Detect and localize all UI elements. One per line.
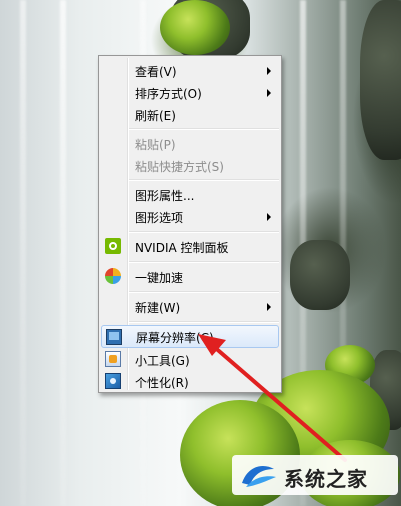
menu-item-label: 一键加速 xyxy=(135,271,184,285)
menu-separator xyxy=(129,128,279,130)
watermark-text: 系统之家 xyxy=(284,467,368,491)
menu-item-label: 粘贴(P) xyxy=(135,138,176,152)
desktop-context-menu: 查看(V) 排序方式(O) 刷新(E) 粘贴(P) 粘贴快捷方式(S) 图形属性… xyxy=(98,55,282,393)
menu-separator xyxy=(129,321,279,323)
watermark: 系统之家 xyxy=(232,455,398,495)
menu-item-label: 新建(W) xyxy=(135,301,181,315)
menu-item-label: 屏幕分辨率(C) xyxy=(136,331,214,345)
menu-item-nvidia-control-panel[interactable]: NVIDIA 控制面板 xyxy=(101,235,279,257)
menu-item-label: 小工具(G) xyxy=(135,354,190,368)
menu-item-label: 图形选项 xyxy=(135,211,184,225)
menu-separator xyxy=(129,291,279,293)
submenu-arrow-icon xyxy=(267,89,271,97)
menu-item-paste-shortcut[interactable]: 粘贴快捷方式(S) xyxy=(101,154,279,176)
menu-item-label: 排序方式(O) xyxy=(135,87,202,101)
personalize-icon xyxy=(105,373,121,389)
menu-item-sort-by[interactable]: 排序方式(O) xyxy=(101,81,279,103)
menu-separator xyxy=(129,231,279,233)
water-streak xyxy=(60,0,66,506)
menu-item-label: 刷新(E) xyxy=(135,109,176,123)
menu-item-paste[interactable]: 粘贴(P) xyxy=(101,132,279,154)
rock xyxy=(360,0,401,160)
menu-item-label: 粘贴快捷方式(S) xyxy=(135,160,224,174)
menu-item-screen-resolution[interactable]: 屏幕分辨率(C) xyxy=(101,325,279,348)
menu-item-personalize[interactable]: 个性化(R) xyxy=(101,370,279,392)
menu-item-new[interactable]: 新建(W) xyxy=(101,295,279,317)
menu-item-graphics-properties[interactable]: 图形属性... xyxy=(101,183,279,205)
menu-item-gadgets[interactable]: 小工具(G) xyxy=(101,348,279,370)
submenu-arrow-icon xyxy=(267,213,271,221)
menu-separator xyxy=(129,179,279,181)
rock xyxy=(290,240,350,310)
water-streak xyxy=(20,0,26,506)
nvidia-icon xyxy=(105,238,121,254)
menu-item-label: 个性化(R) xyxy=(135,376,189,390)
screen-resolution-icon xyxy=(106,329,122,345)
gadgets-icon xyxy=(105,351,121,367)
menu-item-label: NVIDIA 控制面板 xyxy=(135,241,229,255)
moss xyxy=(160,0,230,55)
menu-item-graphics-options[interactable]: 图形选项 xyxy=(101,205,279,227)
menu-item-refresh[interactable]: 刷新(E) xyxy=(101,103,279,125)
submenu-arrow-icon xyxy=(267,67,271,75)
menu-item-one-click-accelerate[interactable]: 一键加速 xyxy=(101,265,279,287)
submenu-arrow-icon xyxy=(267,303,271,311)
menu-item-label: 查看(V) xyxy=(135,65,177,79)
accelerate-icon xyxy=(105,268,121,284)
menu-separator xyxy=(129,261,279,263)
site-logo-icon xyxy=(242,465,276,487)
menu-item-label: 图形属性... xyxy=(135,189,195,203)
menu-item-view[interactable]: 查看(V) xyxy=(101,59,279,81)
